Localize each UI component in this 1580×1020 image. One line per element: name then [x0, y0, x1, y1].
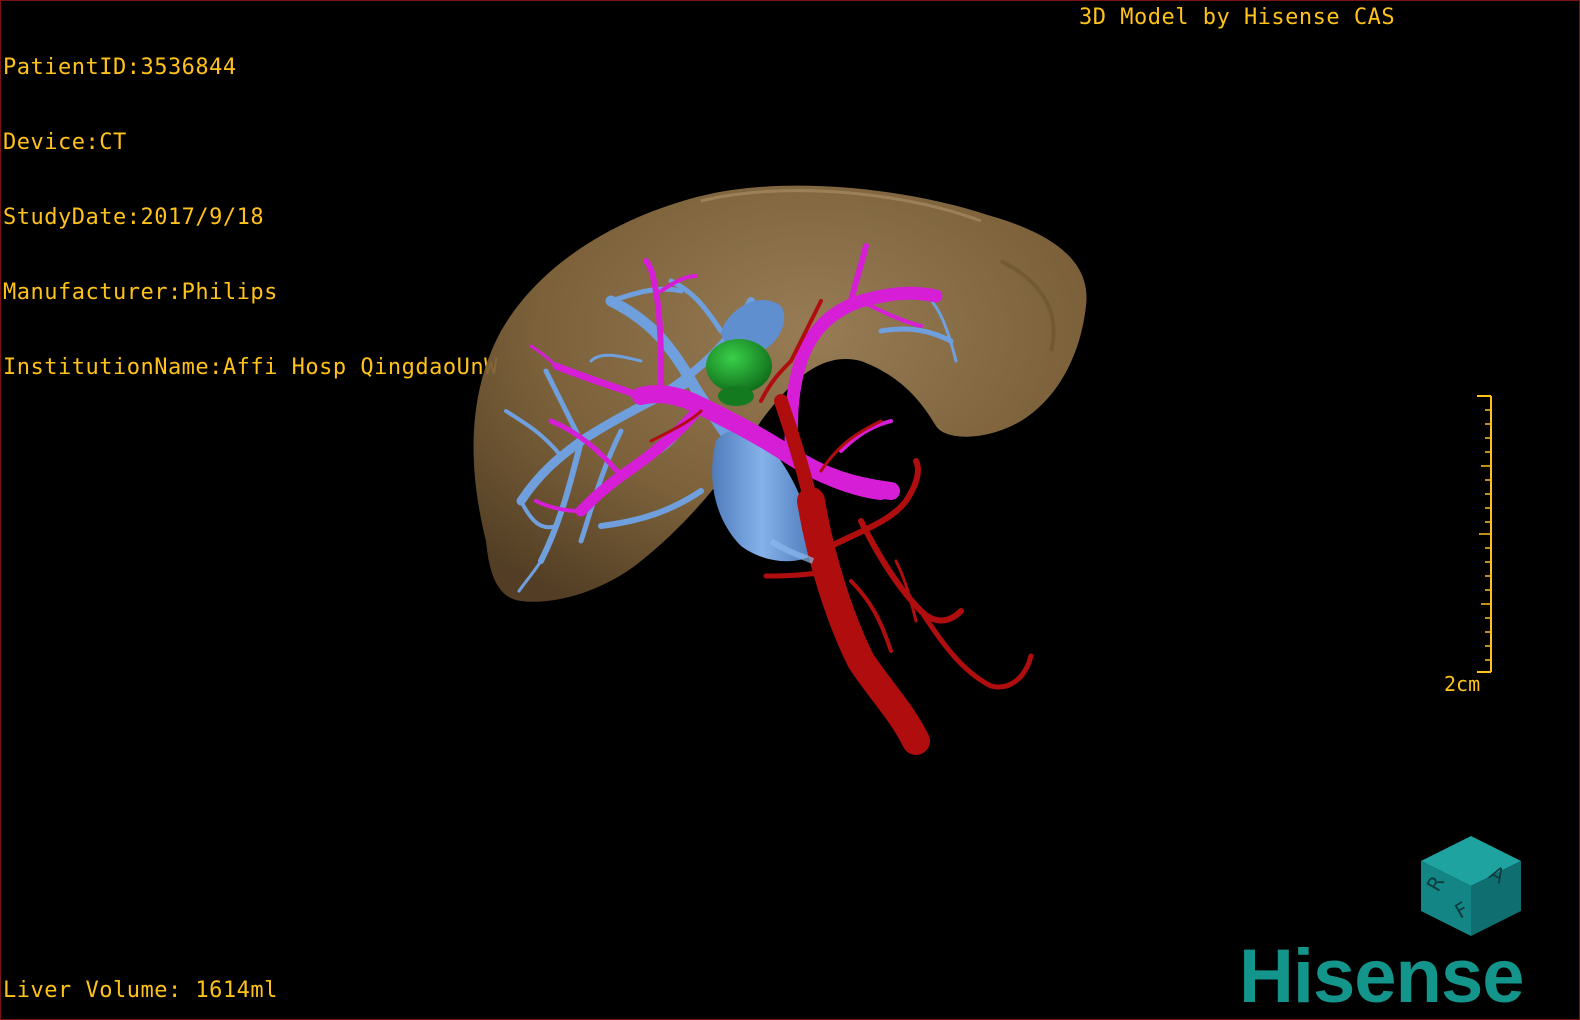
orientation-cube[interactable]: A R F	[1416, 831, 1526, 941]
hisense-logo: Hisense	[1239, 934, 1524, 1019]
scale-bar	[1477, 395, 1492, 673]
liver-3d-model[interactable]	[1, 1, 1579, 1019]
tumor	[706, 339, 772, 393]
3d-viewport[interactable]: PatientID:3536844 Device:CT StudyDate:20…	[0, 0, 1580, 1020]
liver-volume: Liver Volume: 1614ml	[3, 978, 278, 1003]
scale-label: 2cm	[1444, 672, 1481, 696]
